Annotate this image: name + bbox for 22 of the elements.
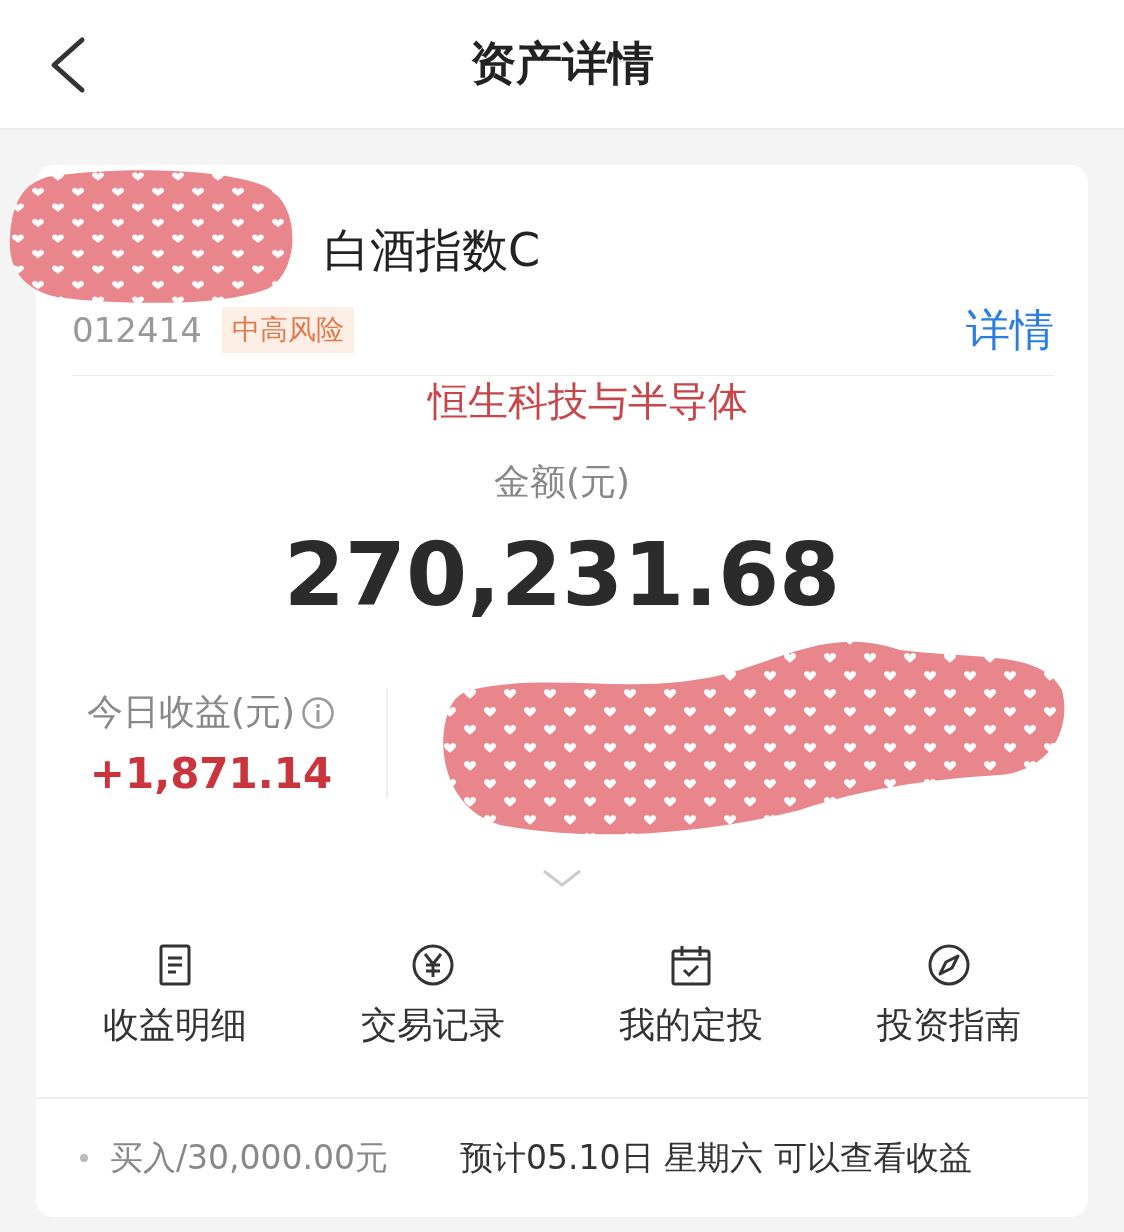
fund-name: 白酒指数C — [324, 222, 541, 279]
risk-tag: 中高风险 — [221, 307, 354, 353]
action-button[interactable]: 我的定投 — [571, 943, 811, 1050]
compass-icon — [927, 943, 971, 987]
info-icon[interactable] — [301, 695, 336, 730]
amount-value: 270,231.68 — [282, 523, 842, 626]
annotation-text: 恒生科技与半导体 — [428, 377, 748, 426]
action-button[interactable]: 收益明细 — [55, 943, 295, 1050]
action-button[interactable]: 交易记录 — [313, 943, 553, 1050]
calendar-icon — [669, 943, 713, 987]
bullet-dot — [80, 1154, 88, 1162]
notice-text: 预计05.10日 星期六 可以查看收益 — [460, 1136, 972, 1179]
action-button[interactable]: 投资指南 — [829, 943, 1069, 1050]
page-title: 资产详情 — [470, 35, 654, 92]
yen-icon — [411, 943, 455, 987]
detail-link[interactable]: 详情 — [966, 300, 1054, 360]
stat-value: +1,871.14 — [89, 749, 333, 798]
purchase-text: 买入/30,000.00元 — [110, 1136, 389, 1179]
stat-label: 今日收益(元) — [86, 690, 296, 734]
chevron-down-icon[interactable] — [542, 868, 582, 888]
amount-label: 金额(元) — [492, 460, 632, 504]
fund-code: 012414 — [72, 310, 202, 350]
